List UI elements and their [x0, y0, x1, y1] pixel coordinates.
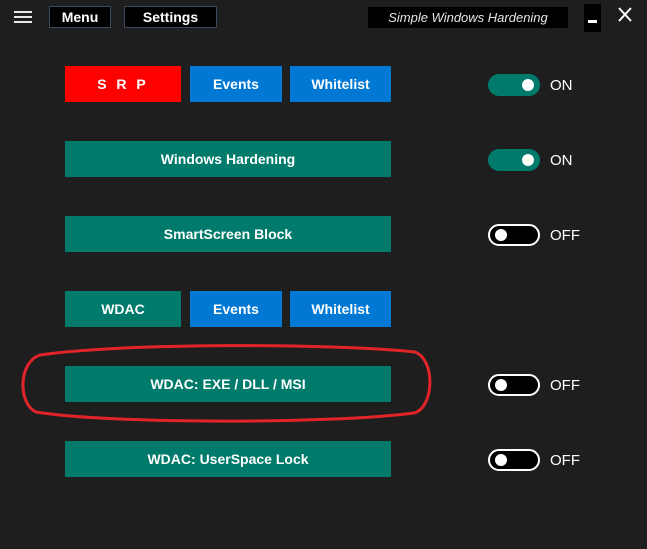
srp-events-button[interactable]: Events [190, 66, 282, 102]
app-title: Simple Windows Hardening [368, 7, 568, 28]
wdac-events-button[interactable]: Events [190, 291, 282, 327]
srp-toggle[interactable] [488, 74, 540, 96]
wdac-button[interactable]: WDAC [65, 291, 181, 327]
windows-hardening-toggle[interactable] [488, 149, 540, 171]
srp-whitelist-button[interactable]: Whitelist [290, 66, 391, 102]
wdac-exe-dll-msi-toggle-label: OFF [550, 376, 580, 394]
wdac-whitelist-button[interactable]: Whitelist [290, 291, 391, 327]
app-window: Menu Settings Simple Windows Hardening S… [0, 0, 647, 549]
windows-hardening-toggle-label: ON [550, 151, 573, 169]
toggle-knob [495, 229, 507, 241]
srp-toggle-label: ON [550, 76, 573, 94]
wdac-exe-dll-msi-button[interactable]: WDAC: EXE / DLL / MSI [65, 366, 391, 402]
smartscreen-block-button[interactable]: SmartScreen Block [65, 216, 391, 252]
toggle-knob [495, 454, 507, 466]
wdac-exe-dll-msi-toggle[interactable] [488, 374, 540, 396]
wdac-userspace-toggle-label: OFF [550, 451, 580, 469]
settings-button[interactable]: Settings [124, 6, 217, 28]
smartscreen-toggle[interactable] [488, 224, 540, 246]
hamburger-icon[interactable] [14, 11, 32, 23]
wdac-userspace-toggle[interactable] [488, 449, 540, 471]
srp-button[interactable]: S R P [65, 66, 181, 102]
toggle-knob [495, 379, 507, 391]
minimize-icon[interactable] [584, 4, 601, 32]
windows-hardening-button[interactable]: Windows Hardening [65, 141, 391, 177]
wdac-userspace-lock-button[interactable]: WDAC: UserSpace Lock [65, 441, 391, 477]
smartscreen-toggle-label: OFF [550, 226, 580, 244]
toggle-knob [522, 79, 534, 91]
close-icon[interactable] [614, 5, 636, 25]
menu-button[interactable]: Menu [49, 6, 111, 28]
toggle-knob [522, 154, 534, 166]
